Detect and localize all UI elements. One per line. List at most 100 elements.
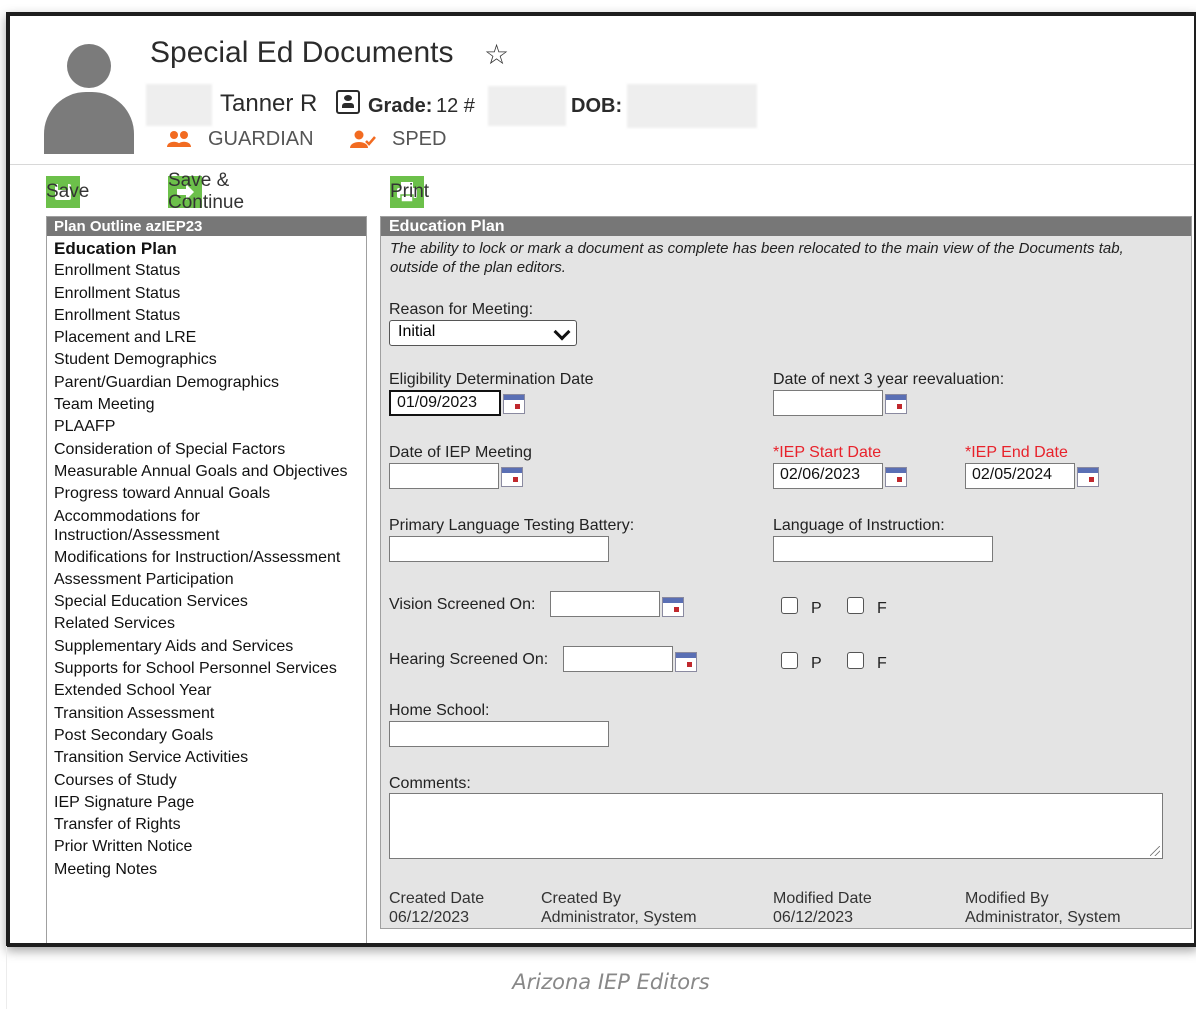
outline-item[interactable]: IEP Signature Page [47, 792, 366, 814]
hearing-fail-checkbox[interactable] [847, 652, 864, 669]
save-continue-button[interactable]: Save & Continue [168, 170, 244, 213]
print-button[interactable]: Print [390, 176, 434, 208]
print-label: Print [390, 181, 430, 202]
home-school-input[interactable] [389, 721, 609, 747]
eligibility-date-input[interactable]: 01/09/2023 [389, 390, 501, 416]
outline-item[interactable]: Transition Assessment [47, 703, 366, 725]
outline-item[interactable]: Measurable Annual Goals and Objectives [47, 461, 366, 483]
sped-flag[interactable]: SPED [392, 128, 446, 151]
page-title: Special Ed Documents [150, 36, 454, 69]
outline-item[interactable]: Transition Service Activities [47, 747, 366, 769]
modified-by-value: Administrator, System [965, 909, 1121, 926]
save-label: Save [46, 181, 90, 202]
outline-item[interactable]: Prior Written Notice [47, 836, 366, 858]
created-date-value: 06/12/2023 [389, 909, 470, 926]
avatar [44, 42, 134, 154]
comments-label: Comments: [389, 775, 471, 792]
redacted-student-id [146, 84, 212, 126]
id-card-icon[interactable] [336, 90, 360, 114]
vision-pass-checkbox[interactable] [781, 597, 798, 614]
outline-item[interactable]: Post Secondary Goals [47, 725, 366, 747]
created-by-label: Created By [541, 890, 622, 907]
sped-icon [350, 130, 376, 148]
outline-item[interactable]: Modifications for Instruction/Assessment [47, 547, 366, 569]
modified-by-label: Modified By [965, 890, 1049, 907]
vision-fail-checkbox[interactable] [847, 597, 864, 614]
education-plan-editor: Education Plan The ability to lock or ma… [380, 216, 1192, 929]
hearing-fail-label: F [877, 655, 887, 672]
comments-textarea[interactable] [389, 793, 1163, 859]
iep-start-date-input[interactable]: 02/06/2023 [773, 463, 883, 489]
app-window: Special Ed Documents ☆ Tanner R Grade: 1… [6, 12, 1196, 947]
created-by-value: Administrator, System [541, 909, 697, 926]
favorite-star-icon[interactable]: ☆ [484, 38, 509, 71]
chevron-down-icon [553, 323, 571, 341]
outline-item[interactable]: Courses of Study [47, 770, 366, 792]
calendar-icon[interactable] [885, 467, 907, 487]
calendar-icon[interactable] [675, 652, 697, 672]
outline-item[interactable]: Parent/Guardian Demographics [47, 372, 366, 394]
primary-language-label: Primary Language Testing Battery: [389, 517, 635, 534]
student-name: Tanner R [220, 90, 318, 117]
reeval-label: Date of next 3 year reevaluation: [773, 371, 1005, 388]
guardian-flag[interactable]: GUARDIAN [208, 128, 314, 151]
outline-item[interactable]: Assessment Participation [47, 569, 366, 591]
reason-label: Reason for Meeting: [389, 301, 534, 318]
iep-start-label: *IEP Start Date [773, 444, 882, 461]
outline-item[interactable]: Enrollment Status [47, 305, 366, 327]
calendar-icon[interactable] [503, 394, 525, 414]
outline-item[interactable]: Team Meeting [47, 394, 366, 416]
outline-item[interactable]: Related Services [47, 613, 366, 635]
outline-item[interactable]: Placement and LRE [47, 327, 366, 349]
guardian-icon [167, 131, 191, 147]
modified-date-value: 06/12/2023 [773, 909, 854, 926]
figure-caption: Arizona IEP Editors [512, 970, 710, 994]
outline-item[interactable]: Accommodations for Instruction/Assessmen… [47, 506, 261, 547]
dob-label: DOB: [571, 95, 623, 117]
outline-item[interactable]: Meeting Notes [47, 859, 366, 881]
outline-item[interactable]: Transfer of Rights [47, 814, 366, 836]
reason-value: Initial [398, 323, 436, 340]
outline-item[interactable]: Enrollment Status [47, 283, 366, 305]
outline-item[interactable]: Supplementary Aids and Services [47, 636, 366, 658]
hearing-label: Hearing Screened On: [389, 651, 549, 668]
outline-item[interactable]: PLAAFP [47, 416, 366, 438]
hearing-pass-label: P [811, 655, 822, 672]
toolbar: Save Save & Continue Print [10, 166, 1194, 214]
eligibility-label: Eligibility Determination Date [389, 371, 594, 388]
outline-item-education-plan[interactable]: Education Plan [47, 238, 366, 260]
outline-item[interactable]: Consideration of Special Factors [47, 439, 366, 461]
modified-date-label: Modified Date [773, 890, 872, 907]
iep-end-label: *IEP End Date [965, 444, 1068, 461]
home-school-label: Home School: [389, 702, 490, 719]
calendar-icon[interactable] [662, 597, 684, 617]
outline-item[interactable]: Supports for School Personnel Services [47, 658, 366, 680]
redacted-dob [627, 84, 757, 128]
calendar-icon[interactable] [1077, 467, 1099, 487]
outline-item[interactable]: Extended School Year [47, 680, 366, 702]
outline-item[interactable]: Enrollment Status [47, 260, 366, 282]
outline-item[interactable]: Special Education Services [47, 591, 366, 613]
calendar-icon[interactable] [501, 467, 523, 487]
outline-title: Plan Outline azIEP23 [47, 217, 366, 236]
iep-meeting-label: Date of IEP Meeting [389, 444, 532, 461]
iep-end-date-input[interactable]: 02/05/2024 [965, 463, 1075, 489]
language-of-instruction-input[interactable] [773, 536, 993, 562]
primary-language-input[interactable] [389, 536, 609, 562]
hearing-pass-checkbox[interactable] [781, 652, 798, 669]
outline-item[interactable]: Progress toward Annual Goals [47, 483, 366, 505]
calendar-icon[interactable] [885, 394, 907, 414]
grade-value: 12 # [436, 95, 475, 117]
vision-date-input[interactable] [550, 591, 660, 617]
editor-title: Education Plan [381, 217, 1191, 236]
save-continue-label: Save & Continue [168, 170, 245, 213]
hearing-date-input[interactable] [563, 646, 673, 672]
reeval-date-input[interactable] [773, 390, 883, 416]
grade-label: Grade: [368, 95, 433, 117]
iep-meeting-date-input[interactable] [389, 463, 499, 489]
reason-select[interactable]: Initial [389, 320, 577, 346]
student-header: Special Ed Documents ☆ Tanner R Grade: 1… [10, 16, 1194, 165]
resize-grip-icon[interactable] [1150, 846, 1160, 856]
outline-item[interactable]: Student Demographics [47, 349, 366, 371]
save-button[interactable]: Save [46, 176, 90, 208]
